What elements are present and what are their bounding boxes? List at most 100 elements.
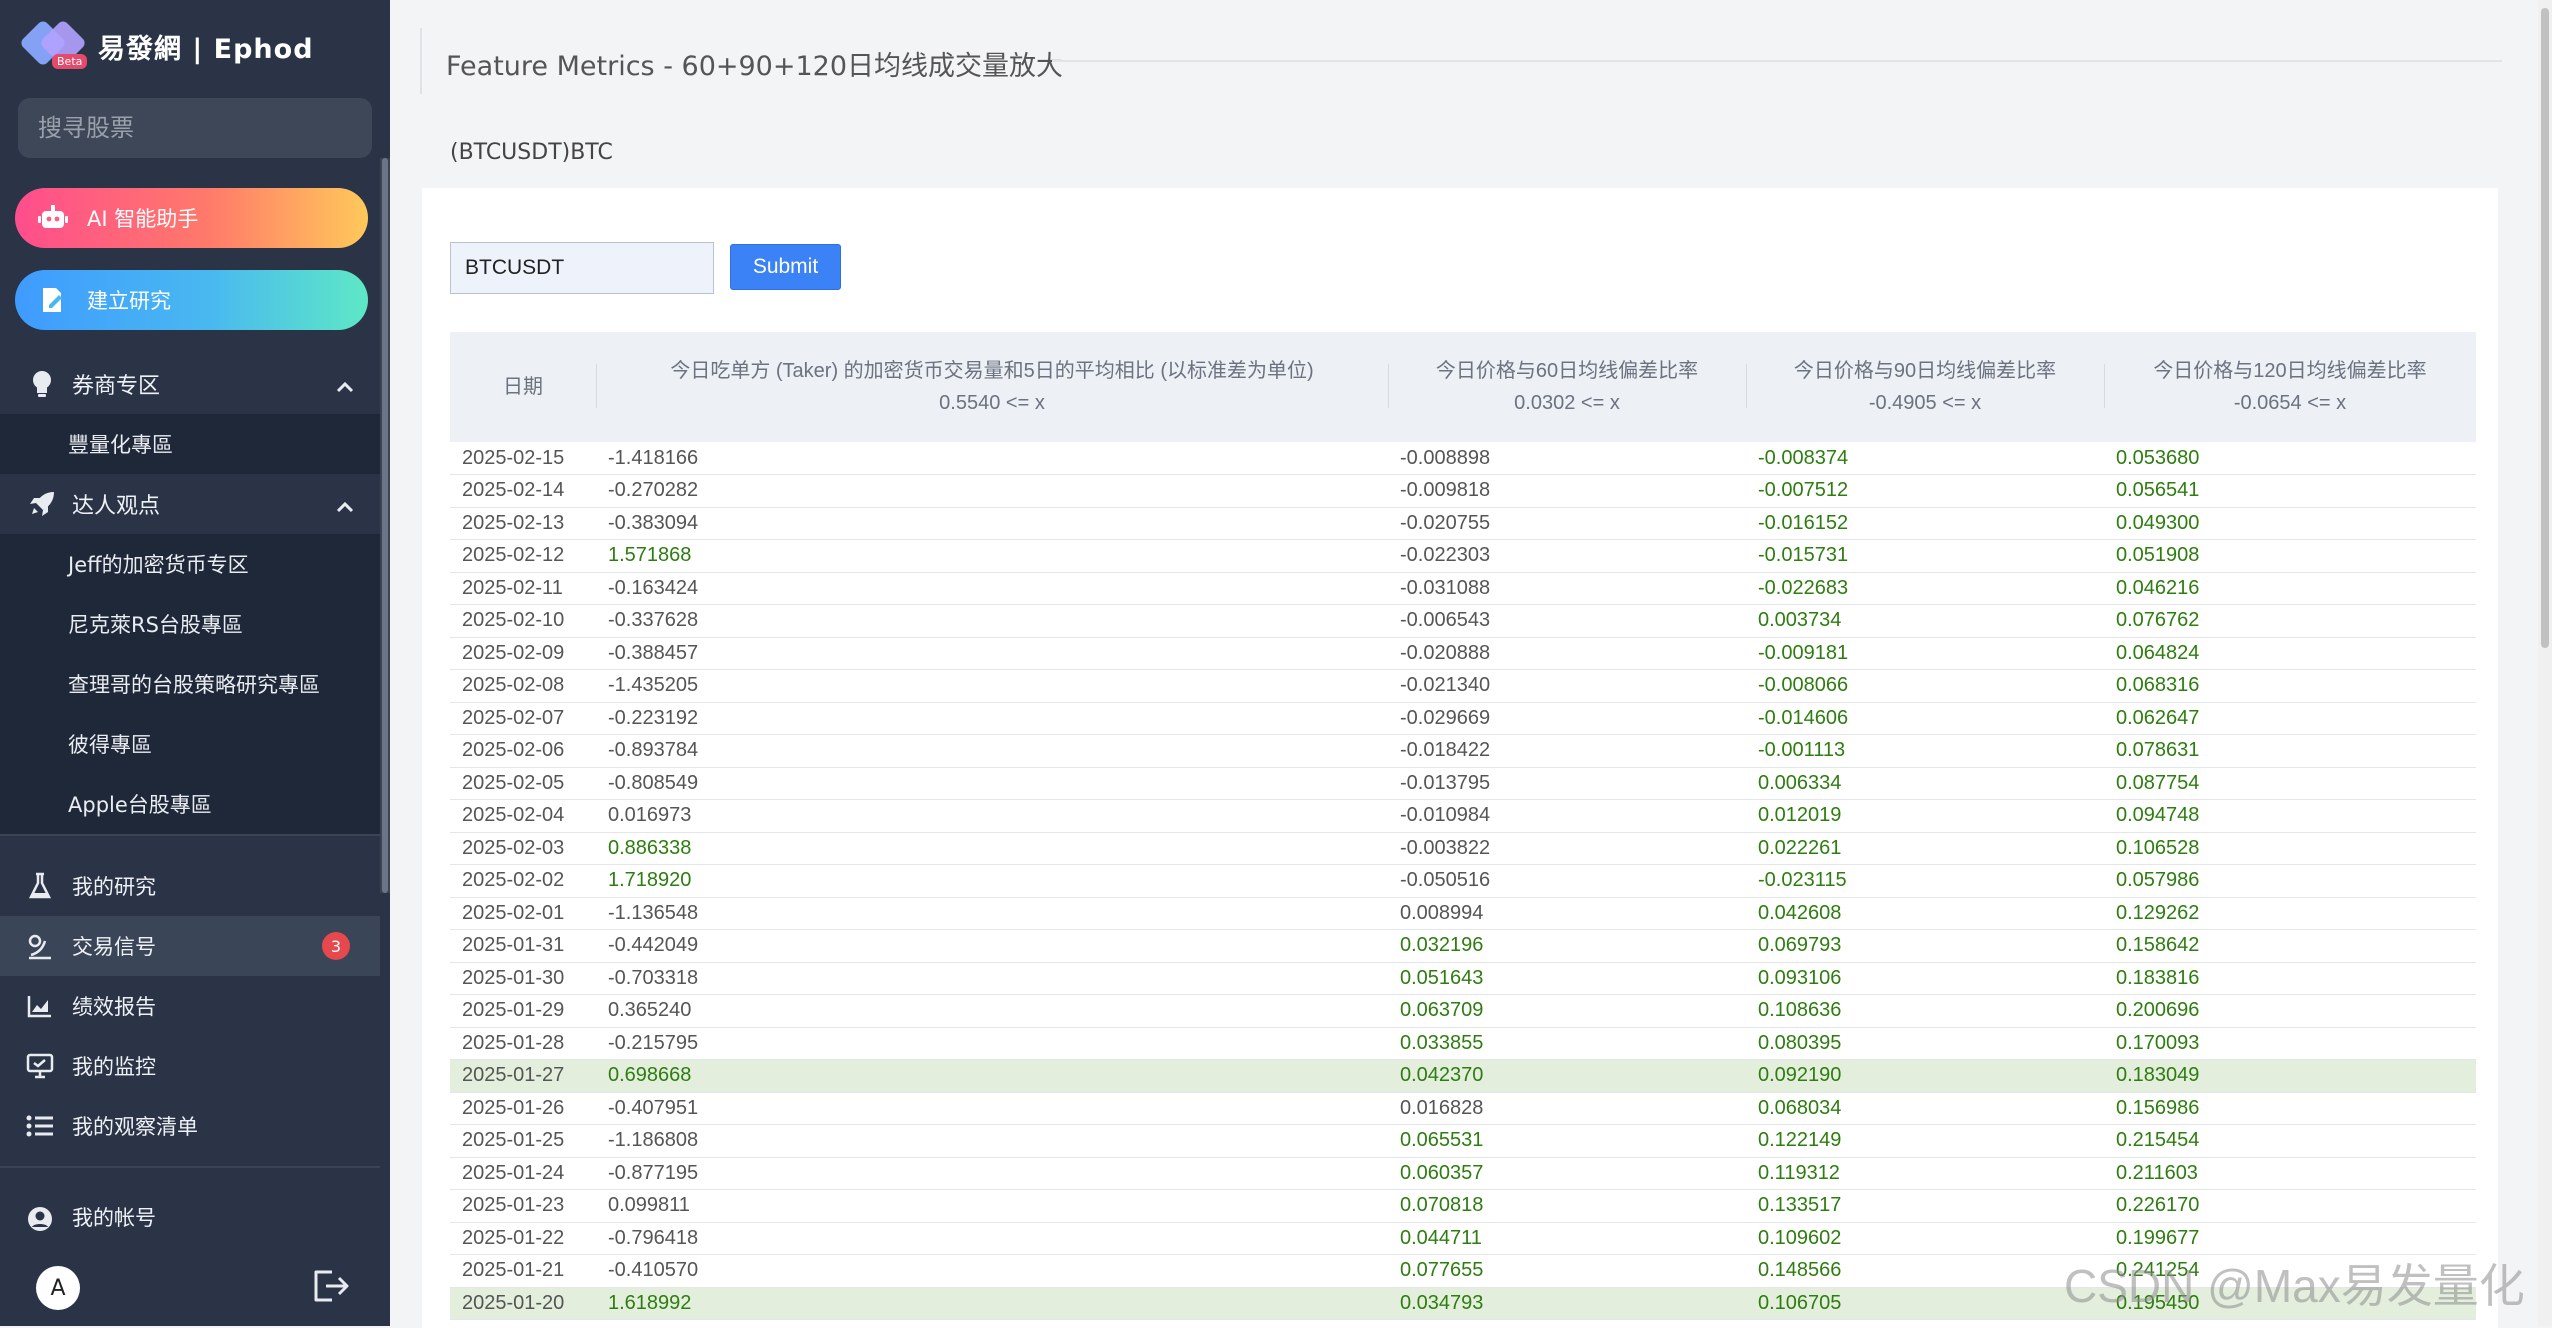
sidebar-item-jeff[interactable]: Jeff的加密货币专区	[0, 534, 380, 594]
cell-value: 0.060357	[1388, 1157, 1746, 1190]
sidebar-item-trade-signals[interactable]: 交易信号 3	[0, 916, 380, 976]
col-header-threshold: 0.5540 <= x	[939, 392, 1045, 414]
experts-section-toggle[interactable]: 达人观点	[0, 474, 380, 534]
cell-date: 2025-01-22	[450, 1222, 596, 1255]
cell-value: 0.078631	[2104, 734, 2476, 768]
cell-value: -0.442049	[596, 929, 1388, 963]
cell-date: 2025-02-15	[450, 442, 596, 475]
metrics-table: 日期 今日吃单方 (Taker) 的加密货币交易量和5日的平均相比 (以标准差为…	[450, 332, 2476, 1320]
sidebar-item-apple[interactable]: Apple台股專區	[0, 774, 380, 834]
logo-text: 易發網 | Ephod	[98, 33, 314, 65]
create-research-button[interactable]: 建立研究	[15, 270, 368, 330]
cell-date: 2025-02-06	[450, 734, 596, 768]
table-row: 2025-01-26 -0.407951 0.016828 0.068034 0.156…	[450, 1092, 2476, 1125]
sidebar-item-nicolai[interactable]: 尼克萊RS台股專區	[0, 594, 380, 654]
cell-value: 0.133517	[1746, 1189, 2104, 1223]
col-header-date[interactable]: 日期	[450, 332, 596, 442]
sidebar-item-peter[interactable]: 彼得專區	[0, 714, 380, 774]
table-row: 2025-02-07 -0.223192 -0.029669 -0.014606 0.0…	[450, 702, 2476, 735]
cell-date: 2025-01-21	[450, 1254, 596, 1288]
cell-value: -0.015731	[1746, 539, 2104, 573]
cell-value: 0.122149	[1746, 1124, 2104, 1158]
window-scrollbar[interactable]	[2538, 0, 2552, 1326]
cell-date: 2025-02-13	[450, 507, 596, 540]
table-row: 2025-02-03 0.886338 -0.003822 0.022261 0.106…	[450, 832, 2476, 865]
avatar[interactable]: A	[36, 1266, 80, 1310]
ai-assistant-button[interactable]: AI 智能助手	[15, 188, 368, 248]
cell-value: 0.080395	[1746, 1027, 2104, 1060]
chevron-up-icon	[336, 374, 354, 399]
chart-icon	[20, 994, 60, 1018]
stock-search-input[interactable]	[18, 98, 372, 158]
cell-date: 2025-01-24	[450, 1157, 596, 1190]
col-header-threshold: -0.4905 <= x	[1868, 392, 1982, 414]
notification-badge: 3	[322, 932, 350, 960]
page-title: Feature Metrics - 60+90+120日均线成交量放大	[446, 51, 1064, 82]
cell-value: -0.022683	[1746, 572, 2104, 605]
sidebar-item-broker[interactable]: 豐量化專區	[0, 414, 380, 474]
window-scrollbar-thumb[interactable]	[2541, 8, 2549, 648]
table-body: 2025-02-15 -1.418166 -0.008898 -0.008374 0.0…	[450, 442, 2476, 1320]
ai-assistant-label: AI 智能助手	[87, 207, 199, 231]
table-row: 2025-02-02 1.718920 -0.050516 -0.023115 0.05…	[450, 864, 2476, 898]
cell-value: 0.158642	[2104, 929, 2476, 963]
cell-value: -0.016152	[1746, 507, 2104, 540]
rocket-icon	[22, 489, 62, 519]
watchlist-label: 我的观察清单	[72, 1115, 198, 1139]
cell-value: -0.003822	[1388, 832, 1746, 865]
cell-value: 0.215454	[2104, 1124, 2476, 1158]
lightbulb-icon	[22, 369, 62, 399]
cell-date: 2025-01-25	[450, 1124, 596, 1158]
cell-value: -0.020888	[1388, 637, 1746, 670]
cell-value: 0.108636	[1746, 994, 2104, 1028]
logout-icon[interactable]	[310, 1268, 350, 1308]
sidebar-item-charlie[interactable]: 查理哥的台股策略研究專區	[0, 654, 380, 714]
sidebar-item-performance-report[interactable]: 绩效报告	[0, 976, 380, 1036]
sidebar-item-watchlist[interactable]: 我的观察清单	[0, 1096, 380, 1156]
cell-value: 0.068316	[2104, 669, 2476, 703]
cell-value: 0.087754	[2104, 767, 2476, 800]
cell-date: 2025-02-01	[450, 897, 596, 930]
sidebar-item-account[interactable]: 我的帐号	[0, 1186, 380, 1232]
cell-value: 0.049300	[2104, 507, 2476, 540]
ticker-input[interactable]	[450, 242, 714, 294]
cell-value: 0.012019	[1746, 799, 2104, 833]
sidebar: Beta 易發網 | Ephod AI 智能助手 建立研究 券商专区 豐量化專區…	[0, 0, 390, 1326]
cell-value: 0.053680	[2104, 442, 2476, 475]
sidebar-item-my-monitor[interactable]: 我的监控	[0, 1036, 380, 1096]
submit-button[interactable]: Submit	[730, 244, 841, 290]
logo[interactable]: Beta 易發網 | Ephod	[18, 18, 314, 72]
cell-value: 0.156986	[2104, 1092, 2476, 1125]
table-row: 2025-02-01 -1.136548 0.008994 0.042608 0.129…	[450, 897, 2476, 930]
table-row: 2025-02-14 -0.270282 -0.009818 -0.007512 0.0…	[450, 474, 2476, 508]
cell-value: 0.051643	[1388, 962, 1746, 995]
sidebar-item-my-research[interactable]: 我的研究	[0, 856, 380, 916]
cell-value: 0.148566	[1746, 1254, 2104, 1288]
cell-value: 0.106528	[2104, 832, 2476, 865]
logo-icon: Beta	[18, 18, 88, 72]
col-header-title: 日期	[503, 376, 543, 398]
cell-date: 2025-02-11	[450, 572, 596, 605]
col-header-ma90-deviation[interactable]: 今日价格与90日均线偏差比率 -0.4905 <= x	[1746, 332, 2104, 442]
broker-section-toggle[interactable]: 券商专区	[0, 354, 380, 414]
table-row: 2025-02-08 -1.435205 -0.021340 -0.008066 0.0…	[450, 669, 2476, 703]
cell-value: 0.051908	[2104, 539, 2476, 573]
table-row: 2025-02-15 -1.418166 -0.008898 -0.008374 0.0…	[450, 442, 2476, 475]
col-header-ma120-deviation[interactable]: 今日价格与120日均线偏差比率 -0.0654 <= x	[2104, 332, 2476, 442]
beta-badge: Beta	[52, 54, 88, 69]
col-header-ma60-deviation[interactable]: 今日价格与60日均线偏差比率 0.0302 <= x	[1388, 332, 1746, 442]
cell-value: 0.069793	[1746, 929, 2104, 963]
cell-date: 2025-01-31	[450, 929, 596, 963]
cell-value: 0.063709	[1388, 994, 1746, 1028]
cell-date: 2025-01-30	[450, 962, 596, 995]
col-header-title: 今日价格与60日均线偏差比率	[1435, 360, 1699, 382]
cell-value: 0.032196	[1388, 929, 1746, 963]
cell-value: -0.410570	[596, 1254, 1388, 1288]
col-header-taker-volume[interactable]: 今日吃单方 (Taker) 的加密货币交易量和5日的平均相比 (以标准差为单位)…	[596, 332, 1388, 442]
col-header-title: 今日价格与120日均线偏差比率	[2153, 360, 2427, 382]
cell-value: -0.215795	[596, 1027, 1388, 1060]
sidebar-scrollbar-thumb[interactable]	[382, 158, 388, 893]
cell-value: -0.163424	[596, 572, 1388, 605]
col-header-threshold: 0.0302 <= x	[1514, 392, 1620, 414]
cell-value: -1.435205	[596, 669, 1388, 703]
